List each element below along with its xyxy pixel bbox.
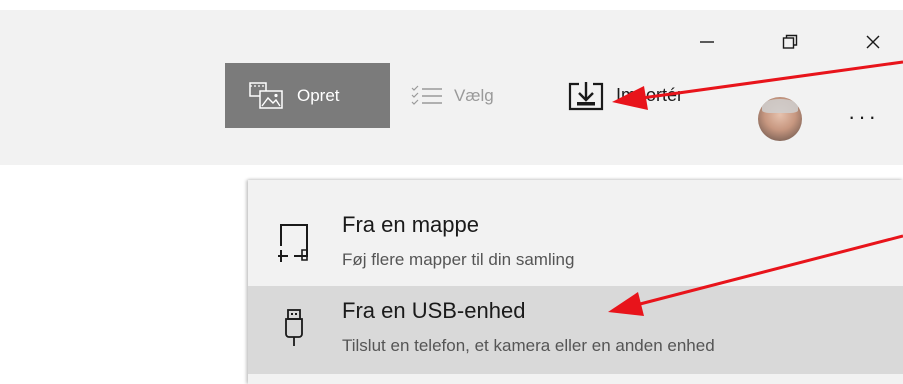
select-checklist-icon: [411, 85, 442, 105]
account-avatar[interactable]: [758, 97, 802, 141]
minimize-icon: [700, 41, 714, 43]
menu-item-from-usb[interactable]: Fra en USB-enhed Tilslut en telefon, et …: [248, 286, 903, 374]
menu-item-subtitle: Føj flere mapper til din samling: [342, 250, 575, 269]
more-options-icon[interactable]: ···: [848, 104, 879, 130]
menu-item-from-folder[interactable]: Fra en mappe Føj flere mapper til din sa…: [248, 200, 903, 288]
import-icon: [568, 81, 604, 110]
minimize-button[interactable]: [684, 24, 730, 60]
avatar-hair: [762, 99, 798, 113]
close-button[interactable]: [850, 24, 896, 60]
select-label: Vælg: [454, 85, 494, 105]
restore-button[interactable]: [767, 24, 813, 60]
import-menu: Fra en mappe Føj flere mapper til din sa…: [248, 180, 903, 384]
import-button[interactable]: Importér: [568, 63, 683, 128]
close-icon: [866, 35, 880, 49]
select-button[interactable]: Vælg: [410, 63, 494, 128]
window-top-edge: [0, 0, 903, 10]
folder-add-icon: [278, 224, 308, 262]
menu-item-title: Fra en mappe: [342, 212, 479, 237]
import-label: Importér: [616, 85, 684, 105]
create-album-icon: [249, 81, 283, 109]
usb-icon: [285, 309, 303, 346]
menu-item-title: Fra en USB-enhed: [342, 298, 526, 323]
menu-item-subtitle: Tilslut en telefon, et kamera eller en a…: [342, 336, 715, 355]
create-label: Opret: [297, 85, 340, 105]
create-button[interactable]: Opret: [225, 63, 390, 128]
restore-icon: [782, 34, 798, 49]
